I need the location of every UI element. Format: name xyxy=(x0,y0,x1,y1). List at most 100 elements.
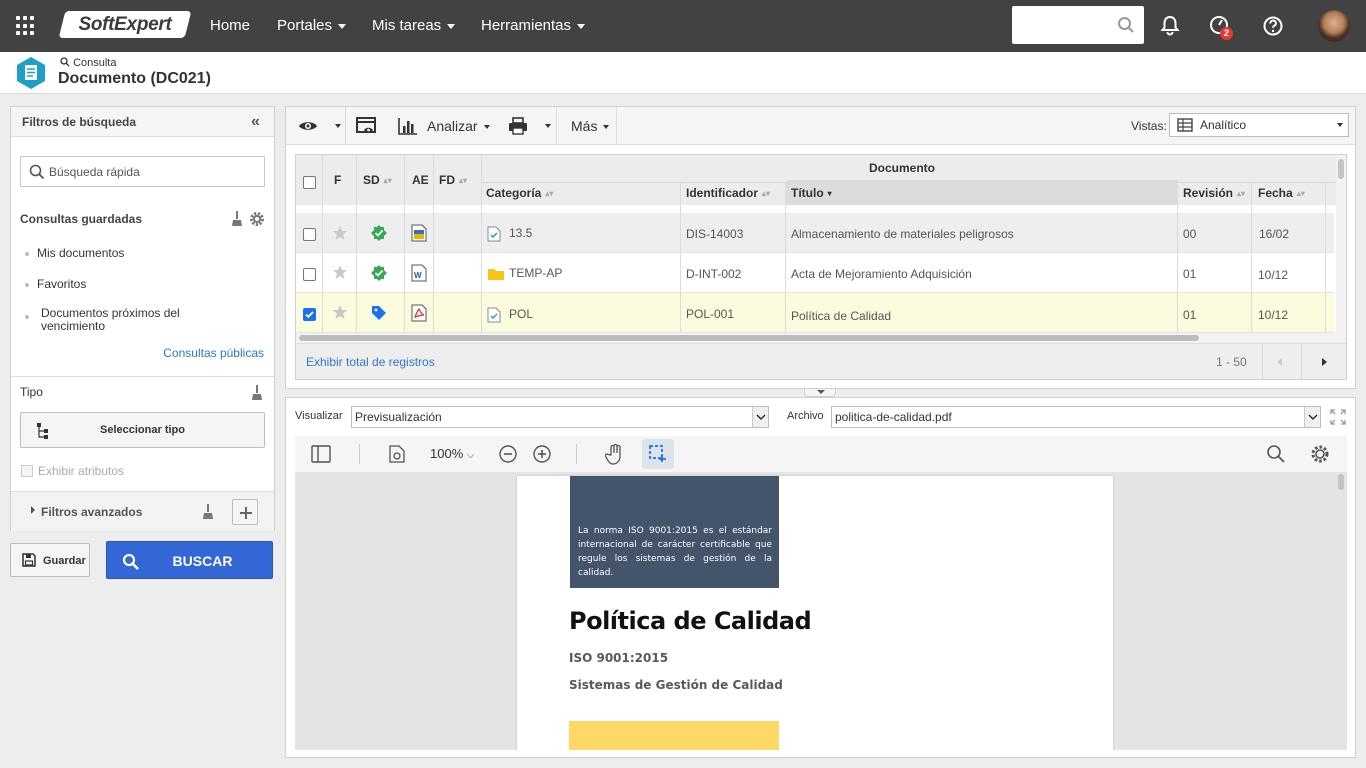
analyze-menu[interactable]: Analizar xyxy=(427,107,490,145)
row-checkbox[interactable] xyxy=(303,268,316,281)
star-icon[interactable] xyxy=(332,264,348,280)
cell-titulo[interactable]: Acta de Mejoramiento Adquisición xyxy=(791,267,972,281)
broom-icon[interactable] xyxy=(231,211,243,227)
pdf-scrollbar[interactable] xyxy=(1336,472,1346,750)
plus-icon xyxy=(240,507,252,519)
saved-query-item[interactable]: Mis documentos xyxy=(25,246,124,260)
star-icon[interactable] xyxy=(332,304,348,320)
show-attributes-checkbox[interactable] xyxy=(21,465,33,477)
horizontal-scrollbar[interactable] xyxy=(296,333,1346,343)
top-navigation-bar: SoftExpert Home Portales Mis tareas Herr… xyxy=(0,0,1366,52)
chevron-down-icon xyxy=(1308,414,1318,421)
col-ae[interactable]: AE xyxy=(412,173,429,187)
select-type-button[interactable]: Seleccionar tipo xyxy=(20,412,265,448)
saved-query-item[interactable]: Documentos próximos del vencimiento xyxy=(25,307,205,333)
col-revision[interactable]: Revisión ▴▾ xyxy=(1183,186,1245,200)
advanced-filters-section[interactable]: Filtros avanzados xyxy=(11,491,274,531)
filters-title: Filtros de búsqueda xyxy=(11,107,274,137)
cell-titulo[interactable]: Política de Calidad xyxy=(791,309,891,323)
bell-icon[interactable] xyxy=(1156,12,1184,40)
cell-fecha: 16/02 xyxy=(1259,227,1290,241)
marquee-select-icon xyxy=(649,445,666,462)
eye-icon[interactable] xyxy=(298,119,318,133)
show-total-link[interactable]: Exhibir total de registros xyxy=(306,355,435,369)
page-title: Documento (DC021) xyxy=(58,70,211,87)
cell-fecha: 10/12 xyxy=(1258,268,1289,282)
image-file-icon xyxy=(411,224,427,242)
user-avatar[interactable] xyxy=(1318,10,1350,42)
col-f[interactable]: F xyxy=(334,173,341,187)
search-icon[interactable] xyxy=(1266,444,1286,464)
global-search-input[interactable] xyxy=(1012,6,1144,44)
row-checkbox[interactable] xyxy=(303,228,316,241)
views-select[interactable]: Analítico xyxy=(1169,113,1349,137)
nav-portales[interactable]: Portales xyxy=(277,0,347,52)
col-sd[interactable]: SD ▴▾ xyxy=(363,173,392,187)
view-mode-select[interactable]: Previsualización xyxy=(351,406,769,428)
zoom-in-icon[interactable] xyxy=(532,444,552,464)
col-fecha[interactable]: Fecha ▴▾ xyxy=(1258,186,1305,200)
file-select[interactable]: politica-de-calidad.pdf xyxy=(831,406,1321,428)
search-icon xyxy=(29,164,45,180)
splitter-handle[interactable] xyxy=(804,389,836,397)
cell-revision: 00 xyxy=(1183,227,1197,241)
collapse-panel-icon[interactable]: « xyxy=(251,113,260,131)
chevron-down-icon xyxy=(577,23,586,29)
apps-grid-icon[interactable] xyxy=(16,16,36,36)
col-fd[interactable]: FD ▴▾ xyxy=(439,173,467,187)
col-categoria[interactable]: Categoría ▴▾ xyxy=(486,186,553,200)
public-queries-link[interactable]: Consultas públicas xyxy=(163,346,264,360)
cell-titulo[interactable]: Almacenamiento de materiales peligrosos xyxy=(791,227,1014,241)
next-page-icon[interactable] xyxy=(1322,358,1327,366)
saved-query-item[interactable]: Favoritos xyxy=(25,277,86,291)
prev-page-icon[interactable] xyxy=(1277,358,1282,366)
nav-home[interactable]: Home xyxy=(210,0,250,52)
table-row-selected[interactable]: POL POL-001 Política de Calidad 01 10/12 xyxy=(296,293,1334,333)
cell-categoria: 13.5 xyxy=(509,226,533,240)
gear-icon[interactable] xyxy=(1310,444,1330,464)
broom-icon[interactable] xyxy=(251,385,263,401)
print-dropdown-icon[interactable] xyxy=(545,124,551,128)
col-titulo[interactable]: Título ▾ xyxy=(791,186,835,200)
table-row[interactable]: 13.5 DIS-14003 Almacenamiento de materia… xyxy=(296,213,1334,253)
broom-icon[interactable] xyxy=(202,504,214,520)
help-icon[interactable] xyxy=(1259,12,1287,40)
search-button[interactable]: BUSCAR xyxy=(106,541,273,579)
zoom-out-icon[interactable] xyxy=(498,444,518,464)
type-title: Tipo xyxy=(20,385,43,399)
nav-mis-tareas[interactable]: Mis tareas xyxy=(372,0,456,52)
gear-icon[interactable] xyxy=(249,211,265,227)
preview-window-icon[interactable] xyxy=(356,117,378,137)
folder-icon xyxy=(488,269,504,280)
softexpert-logo[interactable]: SoftExpert xyxy=(58,11,192,38)
save-button[interactable]: Guardar xyxy=(10,543,90,577)
page-fit-icon[interactable] xyxy=(389,445,405,463)
quick-search-input[interactable]: Búsqueda rápida xyxy=(20,156,265,187)
vertical-scrollbar[interactable] xyxy=(1336,155,1346,333)
row-checkbox-checked[interactable] xyxy=(303,308,316,321)
search-icon[interactable] xyxy=(1117,16,1135,34)
doc-check-icon xyxy=(487,307,501,323)
svg-text:W: W xyxy=(414,271,422,280)
nav-herramientas[interactable]: Herramientas xyxy=(481,0,586,52)
chevron-down-icon xyxy=(447,23,456,29)
pdf-line1: ISO 9001:2015 xyxy=(569,651,669,665)
star-icon[interactable] xyxy=(332,225,348,241)
sidebar-toggle-icon[interactable] xyxy=(311,445,331,463)
hand-tool-icon[interactable] xyxy=(605,443,625,465)
col-identificador[interactable]: Identificador ▴▾ xyxy=(686,186,770,200)
zoom-select[interactable]: 100% ⌵ xyxy=(430,446,474,461)
printer-icon[interactable] xyxy=(508,117,528,135)
pdf-viewer[interactable]: La norma ISO 9001:2015 es el estándar in… xyxy=(295,472,1347,750)
select-all-checkbox[interactable] xyxy=(303,176,316,189)
expand-icon[interactable] xyxy=(1330,409,1346,425)
bar-chart-icon[interactable] xyxy=(398,117,418,135)
select-tool-button[interactable] xyxy=(642,439,674,469)
table-row[interactable]: W TEMP-AP D-INT-002 Acta de Mejoramiento… xyxy=(296,253,1334,293)
add-filter-button[interactable] xyxy=(232,499,258,525)
cell-identificador: D-INT-002 xyxy=(686,267,742,281)
eye-dropdown-icon[interactable] xyxy=(335,124,341,128)
chevron-down-icon xyxy=(338,23,347,29)
tag-icon xyxy=(372,306,386,320)
more-menu[interactable]: Más xyxy=(571,107,610,145)
